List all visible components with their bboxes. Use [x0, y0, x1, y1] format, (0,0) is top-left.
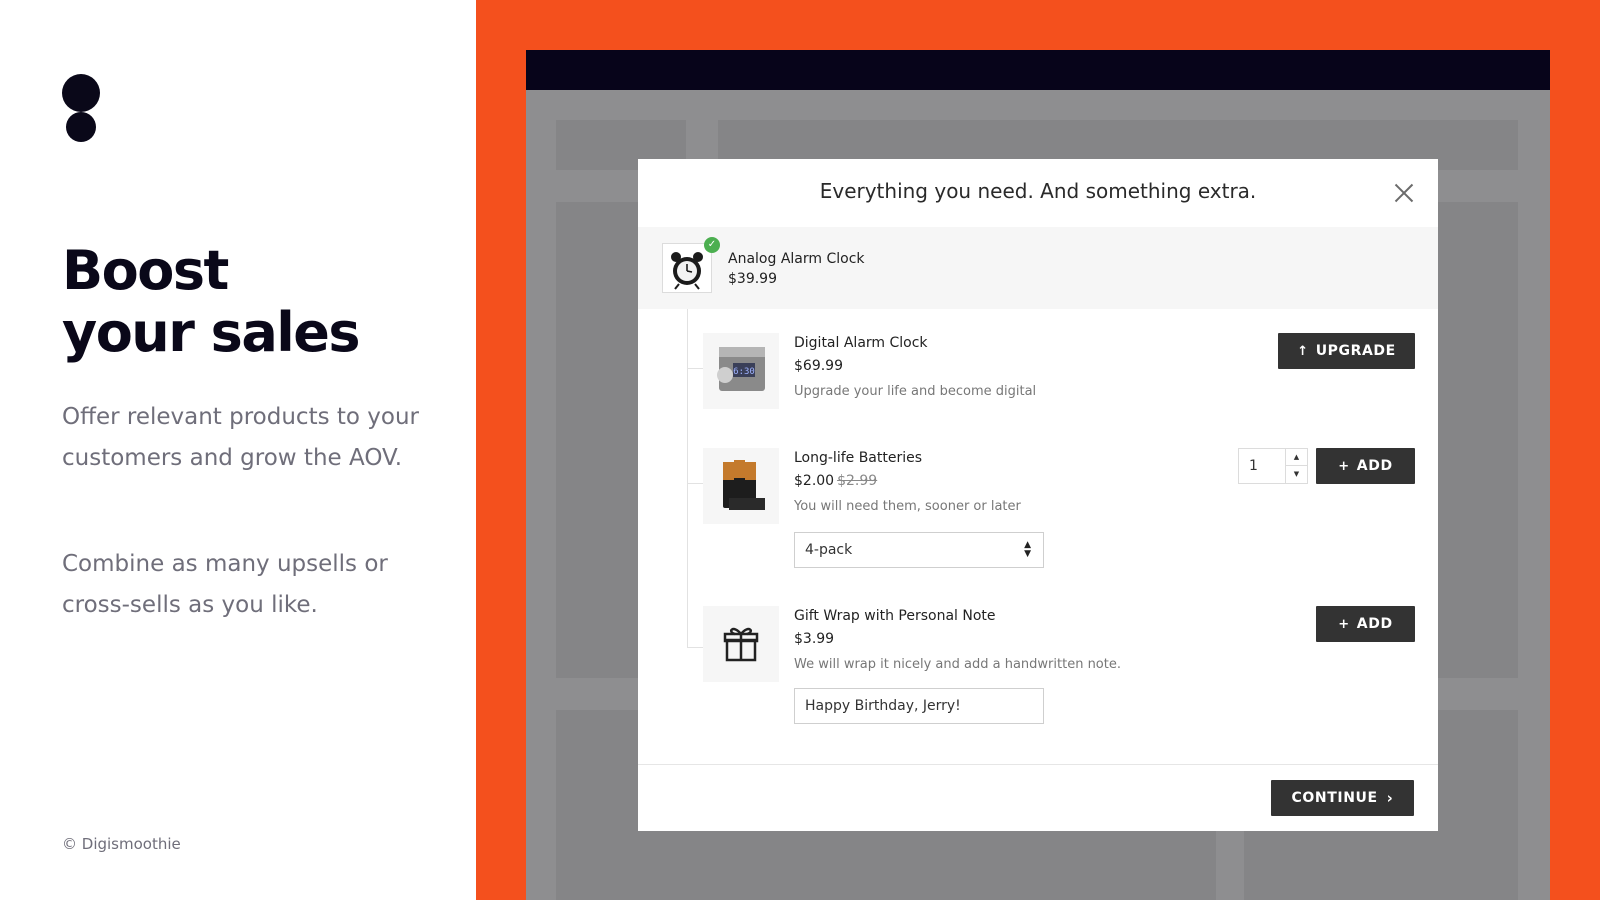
variant-select[interactable]: 4-pack ▲ ▼: [794, 532, 1044, 568]
item-description: Upgrade your life and become digital: [794, 384, 1037, 399]
batteries-image: [703, 448, 779, 524]
tree-connector-branch: [687, 483, 703, 484]
upsell-modal: Everything you need. And something extra…: [638, 159, 1438, 831]
upgrade-button[interactable]: ↑ UPGRADE: [1278, 333, 1415, 369]
cart-main-product: ✓ Analog Alarm Clock $39.99: [638, 227, 1438, 309]
item-name: Long-life Batteries: [794, 450, 923, 466]
item-name: Digital Alarm Clock: [794, 335, 928, 351]
footer-divider: [638, 764, 1438, 765]
continue-button[interactable]: CONTINUE ›: [1271, 780, 1414, 816]
alarm-clock-image: [662, 243, 712, 293]
add-batteries-button[interactable]: + ADD: [1316, 448, 1415, 484]
item-old-price: $2.99: [837, 473, 878, 489]
item-current-price: $2.00: [794, 473, 835, 489]
personal-note-value: Happy Birthday, Jerry!: [805, 698, 961, 714]
main-product-price: $39.99: [728, 271, 777, 287]
item-description: We will wrap it nicely and add a handwri…: [794, 657, 1121, 672]
gift-icon: [703, 606, 779, 682]
copyright-text: © Digismoothie: [62, 835, 181, 853]
left-panel: Boost your sales Offer relevant products…: [0, 0, 476, 900]
item-price: $3.99: [794, 631, 835, 647]
browser-top-bar: [526, 50, 1550, 90]
add-button-label: ADD: [1356, 458, 1393, 474]
decrement-icon[interactable]: ▼: [1285, 466, 1307, 483]
tree-connector-branch: [687, 647, 703, 648]
digital-clock-image: 6:30: [703, 333, 779, 409]
upgrade-button-label: UPGRADE: [1315, 343, 1396, 359]
main-product-name: Analog Alarm Clock: [728, 251, 865, 267]
logo-dot-bottom: [66, 112, 96, 142]
continue-button-label: CONTINUE: [1291, 790, 1378, 806]
quantity-stepper[interactable]: 1 ▲ ▼: [1238, 448, 1308, 484]
tree-connector-branch: [687, 368, 703, 369]
description-paragraph-1: Offer relevant products to your customer…: [62, 404, 419, 471]
headline-line-2: your sales: [62, 301, 361, 364]
variant-value: 4-pack: [805, 542, 853, 558]
plus-icon: +: [1338, 458, 1350, 474]
add-button-label: ADD: [1356, 616, 1393, 632]
close-icon[interactable]: [1392, 181, 1416, 205]
svg-text:6:30: 6:30: [733, 367, 755, 377]
quantity-value: 1: [1249, 458, 1258, 474]
item-price: $2.00 $2.99: [794, 473, 877, 489]
select-arrows-icon: ▲ ▼: [1024, 540, 1031, 559]
personal-note-input[interactable]: Happy Birthday, Jerry!: [794, 688, 1044, 724]
logo-dot-top: [62, 74, 100, 112]
modal-title: Everything you need. And something extra…: [819, 179, 1257, 203]
brand-logo: [62, 74, 100, 144]
add-gift-wrap-button[interactable]: + ADD: [1316, 606, 1415, 642]
arrow-up-icon: ↑: [1297, 343, 1309, 359]
item-price: $69.99: [794, 358, 843, 374]
headline-line-1: Boost: [62, 239, 229, 302]
increment-icon[interactable]: ▲: [1285, 449, 1307, 466]
plus-icon: +: [1338, 616, 1350, 632]
chevron-right-icon: ›: [1386, 789, 1394, 807]
description-paragraph-2: Combine as many upsells or cross-sells a…: [62, 551, 388, 618]
item-description: You will need them, sooner or later: [794, 499, 1021, 514]
check-icon: ✓: [704, 237, 720, 253]
headline: Boost your sales: [62, 239, 361, 364]
tree-connector: [687, 309, 688, 647]
item-name: Gift Wrap with Personal Note: [794, 608, 996, 624]
